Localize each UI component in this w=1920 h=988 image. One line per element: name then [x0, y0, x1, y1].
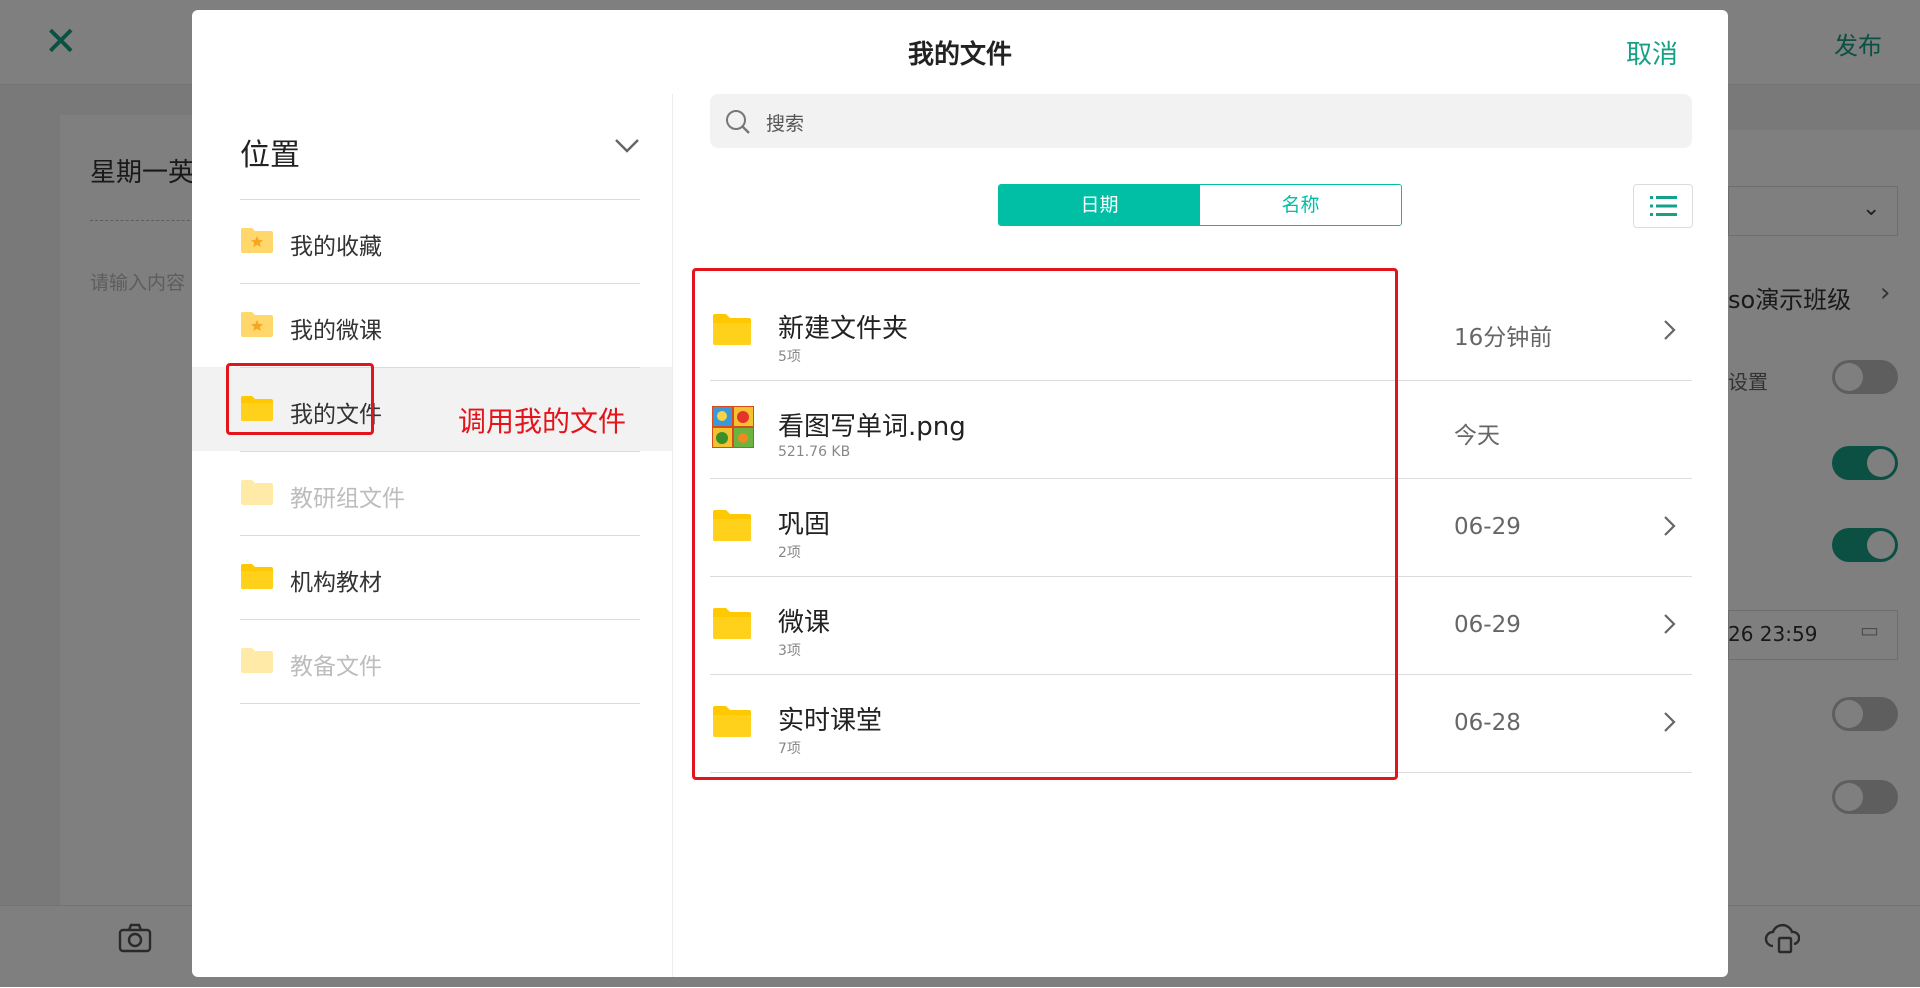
location-item-micro-courses[interactable]: 我的微课	[192, 283, 672, 367]
list-divider	[240, 703, 640, 704]
location-sidebar: 位置 我的收藏 我的微课 我的文件 教研组文件 机构教材 教备文件	[192, 94, 673, 977]
location-label: 我的收藏	[290, 234, 382, 260]
search-input[interactable]: 搜索	[710, 94, 1692, 148]
sort-by-name-tab[interactable]: 名称	[1200, 185, 1401, 225]
chevron-right-icon	[1662, 612, 1678, 640]
dialog-title: 我的文件	[907, 40, 1012, 70]
folder-icon	[240, 562, 274, 594]
file-date: 06-29	[1454, 612, 1521, 638]
list-icon	[1634, 196, 1692, 231]
highlight-box-my-files	[226, 363, 374, 435]
file-date: 06-29	[1454, 514, 1521, 540]
location-title: 位置	[240, 138, 300, 173]
file-date: 06-28	[1454, 710, 1521, 736]
file-date: 今天	[1454, 423, 1500, 449]
folder-icon	[240, 478, 274, 510]
folder-star-icon	[240, 310, 274, 342]
list-view-button[interactable]	[1633, 184, 1693, 228]
location-item-favorites[interactable]: 我的收藏	[192, 199, 672, 283]
folder-icon	[240, 646, 274, 678]
location-label: 我的微课	[290, 318, 382, 344]
cancel-button[interactable]: 取消	[1626, 34, 1678, 71]
highlight-box-file-list	[692, 268, 1398, 780]
location-item-org-materials[interactable]: 机构教材	[192, 535, 672, 619]
location-item-lesson-prep: 教备文件	[192, 619, 672, 703]
file-date: 16分钟前	[1454, 325, 1553, 351]
location-label: 教研组文件	[290, 486, 405, 512]
annotation-label: 调用我的文件	[458, 405, 627, 438]
search-icon	[724, 108, 752, 140]
chevron-right-icon	[1662, 514, 1678, 542]
location-label: 教备文件	[290, 654, 382, 680]
search-placeholder: 搜索	[766, 113, 805, 135]
sort-segmented-control: 日期 名称	[998, 184, 1402, 226]
chevron-right-icon	[1662, 710, 1678, 738]
file-picker-dialog: 我的文件 取消 位置 我的收藏 我的微课 我的文件 教研组文件 机构教材 教备文…	[192, 10, 1728, 977]
location-label: 机构教材	[290, 570, 382, 596]
chevron-right-icon	[1662, 318, 1678, 346]
folder-star-icon	[240, 226, 274, 258]
location-item-research-group: 教研组文件	[192, 451, 672, 535]
chevron-down-icon[interactable]	[612, 130, 642, 160]
sort-by-date-tab[interactable]: 日期	[999, 185, 1200, 225]
